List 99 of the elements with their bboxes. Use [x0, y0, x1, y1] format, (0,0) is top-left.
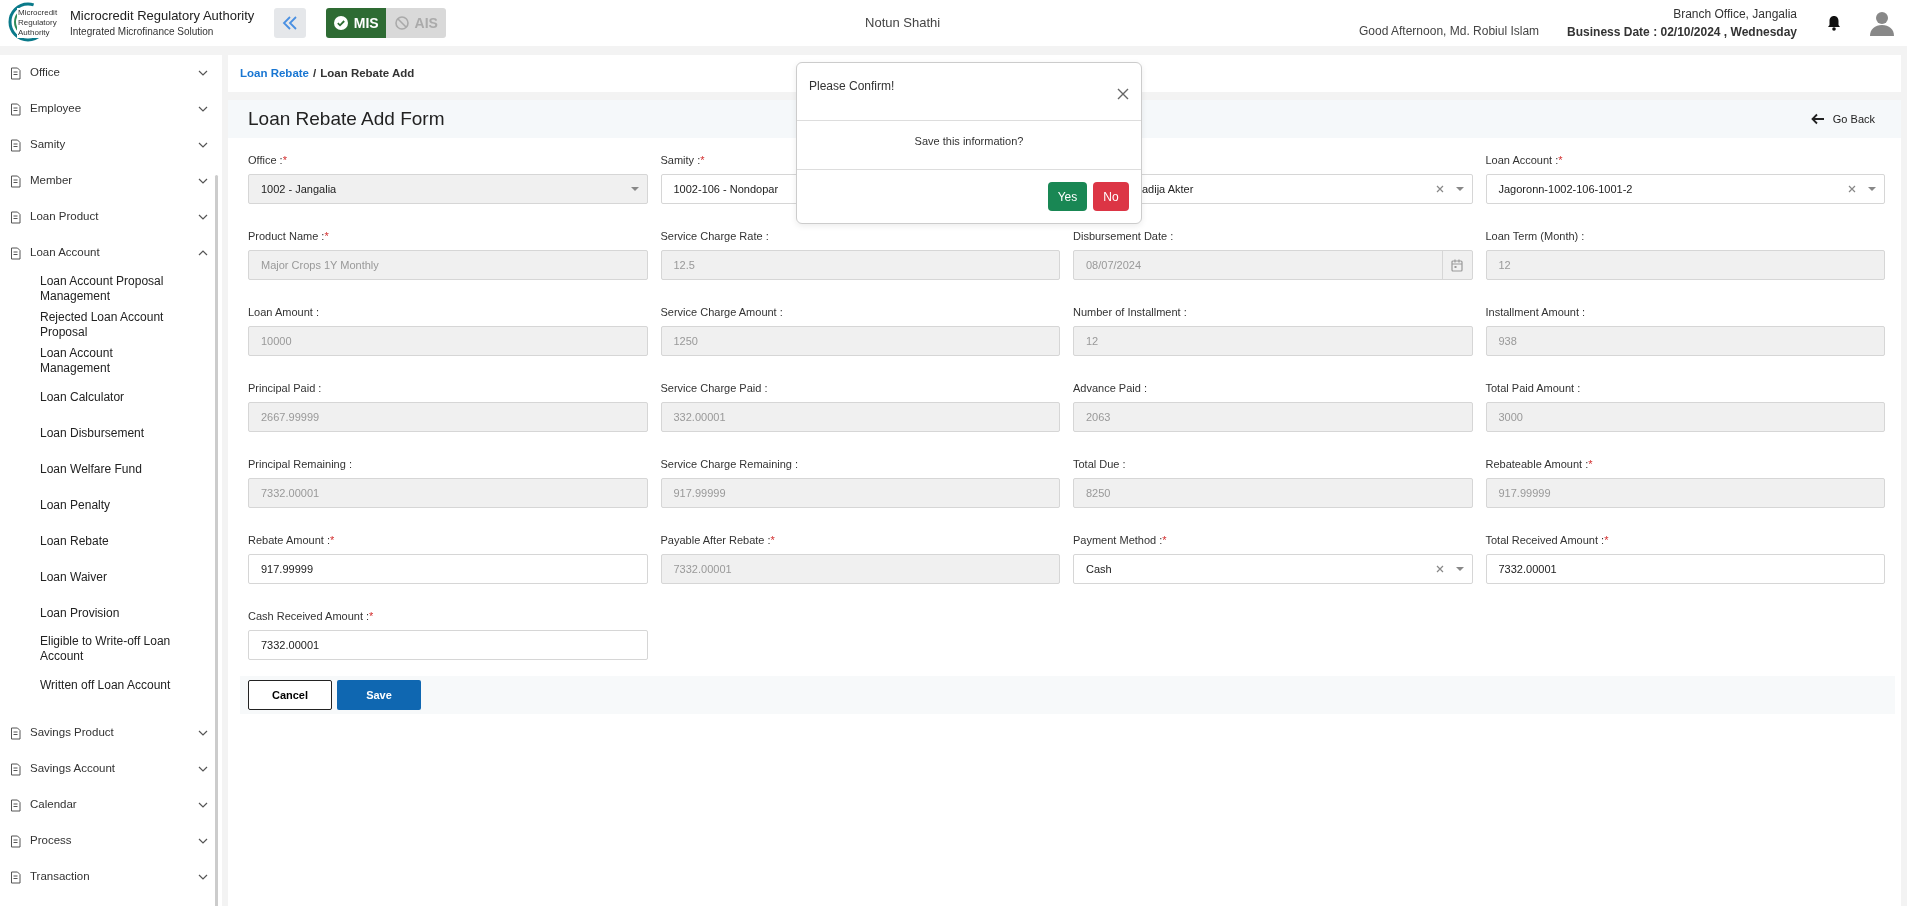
app-title: Microcredit Regulatory Authority — [70, 7, 255, 24]
field-label: Payable After Rebate :* — [660, 533, 776, 548]
field-label: Samity :* — [660, 153, 706, 168]
sidebar-item[interactable]: Employee — [30, 100, 198, 118]
sidebar-subitem[interactable]: Loan Account Management — [0, 343, 222, 379]
dialog-title: Please Confirm! — [809, 78, 895, 95]
caret-down-icon[interactable] — [1868, 186, 1876, 192]
select-field[interactable]: Jagoronn-1002-106-1001-2 — [1485, 174, 1885, 204]
sidebar-subitem[interactable]: Loan Disbursement — [0, 415, 222, 451]
document-icon — [10, 138, 22, 152]
sidebar-subitem[interactable]: Loan Waiver — [0, 559, 222, 595]
field-label: Rebateable Amount :* — [1485, 457, 1594, 472]
sidebar-subitem[interactable]: Eligible to Write-off Loan Account — [0, 631, 222, 667]
caret-down-icon[interactable] — [1455, 566, 1464, 572]
field-label: Cash Received Amount :* — [248, 609, 375, 624]
logo-text: Regulatory — [18, 18, 58, 28]
field-label: Service Charge Amount : — [660, 305, 784, 320]
sidebar-item[interactable]: Office — [30, 64, 198, 82]
sidebar-item[interactable]: Process — [30, 832, 198, 850]
check-circle-icon — [333, 16, 348, 30]
sidebar-item[interactable]: Loan Product — [30, 208, 198, 226]
yes-button[interactable]: Yes — [1048, 182, 1087, 211]
document-icon — [10, 870, 22, 884]
avatar-icon[interactable] — [1869, 10, 1895, 36]
input-field[interactable]: 7332.00001 — [248, 630, 648, 660]
app-name: Notun Shathi — [864, 14, 942, 33]
document-icon — [10, 102, 22, 116]
breadcrumb-separator: / — [313, 67, 317, 79]
sidebar-subitem[interactable]: Loan Welfare Fund — [0, 451, 222, 487]
field-label: Number of Installment : — [1073, 305, 1188, 320]
document-icon — [10, 798, 22, 812]
field-label: Rebate Amount :* — [248, 533, 336, 548]
ban-icon — [394, 16, 409, 30]
field-label: Service Charge Remaining : — [660, 457, 800, 472]
document-icon — [10, 834, 22, 848]
field-label: Principal Paid : — [248, 381, 323, 396]
caret-down-icon[interactable] — [1455, 186, 1464, 192]
clear-icon[interactable] — [1435, 565, 1444, 573]
sidebar-subitem[interactable]: Rejected Loan Account Proposal — [0, 307, 222, 343]
select-field[interactable]: Cash — [1073, 554, 1473, 584]
input-field[interactable]: 917.99999 — [248, 554, 648, 584]
field-label: Loan Term (Month) : — [1485, 229, 1586, 244]
field-label: Total Paid Amount : — [1485, 381, 1582, 396]
greeting-text: Good Afternoon, Md. Robiul Islam — [1359, 23, 1540, 40]
breadcrumb-current: Loan Rebate Add — [320, 67, 415, 79]
input-field[interactable]: 7332.00001 — [1485, 554, 1885, 584]
logo-text: Microcredit — [18, 8, 58, 18]
clear-icon[interactable] — [1848, 185, 1856, 193]
app-subtitle: Integrated Microfinance Solution — [70, 24, 215, 39]
go-back-button[interactable]: Go Back — [1804, 109, 1881, 129]
sidebar-item[interactable]: Loan Account — [30, 244, 198, 262]
arrow-left-icon — [1810, 113, 1825, 125]
document-icon — [10, 66, 22, 80]
module-toggle[interactable]: MIS — [326, 8, 387, 38]
breadcrumb-link[interactable]: Loan Rebate — [240, 67, 309, 79]
sidebar-item[interactable]: Savings Account — [30, 760, 198, 778]
form-title: Loan Rebate Add Form — [248, 107, 446, 131]
field-label: Product Name :* — [248, 229, 330, 244]
sidebar-subitem[interactable]: Loan Account Proposal Management — [0, 271, 222, 307]
logo-text: Authority — [18, 28, 51, 38]
sidebar-subitem[interactable]: Loan Rebate — [0, 523, 222, 559]
sidebar-item[interactable]: Calendar — [30, 796, 198, 814]
save-button[interactable]: Save — [337, 680, 421, 710]
sidebar-subitem[interactable]: Written off Loan Account — [0, 667, 222, 703]
document-icon — [10, 246, 22, 260]
field-label: Total Due : — [1073, 457, 1127, 472]
close-icon — [1117, 87, 1129, 100]
field-label: Loan Amount : — [248, 305, 320, 320]
sidebar-item[interactable]: Savings Product — [30, 724, 198, 742]
field-label: Installment Amount : — [1485, 305, 1587, 320]
sidebar-subitem[interactable]: Loan Penalty — [0, 487, 222, 523]
sidebar-subitem[interactable]: Loan Calculator — [0, 379, 222, 415]
scrollbar[interactable] — [215, 175, 218, 906]
dialog-message: Save this information? — [797, 121, 1141, 170]
no-button[interactable]: No — [1093, 182, 1129, 211]
field-label: Office :* — [248, 153, 288, 168]
branch-name: Branch Office, Jangalia — [1672, 6, 1797, 23]
sidebar-subitem[interactable]: Loan Provision — [0, 595, 222, 631]
field-label: Disbursement Date : — [1073, 229, 1175, 244]
collapse-button[interactable] — [274, 8, 307, 38]
field-label: Payment Method :* — [1073, 533, 1168, 548]
field-label: Principal Remaining : — [248, 457, 353, 472]
clear-icon[interactable] — [1435, 185, 1444, 193]
document-icon — [10, 210, 22, 224]
cancel-button[interactable]: Cancel — [248, 680, 332, 710]
field-label: Service Charge Paid : — [660, 381, 769, 396]
sidebar-item[interactable]: Samity — [30, 136, 198, 154]
business-date: Business Date : 02/10/2024 , Wednesday — [1567, 24, 1797, 41]
document-icon — [10, 174, 22, 188]
field-label: Service Charge Rate : — [660, 229, 770, 244]
document-icon — [10, 726, 22, 740]
bell-icon[interactable] — [1827, 15, 1841, 31]
field-label: Loan Account :* — [1485, 153, 1564, 168]
double-chevron-left-icon — [281, 15, 300, 31]
field-label: Total Received Amount :* — [1485, 533, 1610, 548]
sidebar-item[interactable]: Transaction — [30, 868, 198, 886]
field-label: Advance Paid : — [1073, 381, 1148, 396]
sidebar-item[interactable]: Member — [30, 172, 198, 190]
document-icon — [10, 762, 22, 776]
